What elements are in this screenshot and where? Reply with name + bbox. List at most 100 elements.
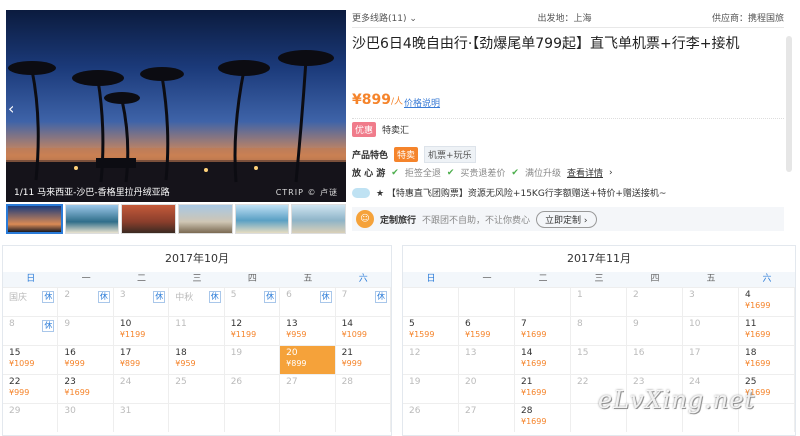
calendar-day[interactable]: 18 ¥959 bbox=[169, 345, 225, 374]
chevron-left-icon[interactable]: ‹ bbox=[8, 100, 20, 118]
calendar-day: 3 bbox=[683, 287, 739, 316]
day-number: 5 bbox=[409, 319, 415, 329]
day-number: 25 bbox=[175, 377, 187, 387]
custom-now-button[interactable]: 立即定制 › bbox=[536, 210, 597, 228]
chevron-right-icon: › bbox=[583, 215, 588, 226]
calendar-day[interactable]: 6 ¥1599 bbox=[459, 316, 515, 345]
day-price: ¥1699 bbox=[64, 388, 90, 397]
calendar-day[interactable]: 10 ¥1199 bbox=[113, 316, 170, 345]
worry-free-row: 放 心 游 ✔ 拒签全退 ✔ 买贵退差价 ✔ 满位升级 查看详情 › bbox=[352, 166, 613, 180]
day-price: ¥1699 bbox=[521, 330, 547, 339]
calendar-day[interactable]: 14 ¥1099 bbox=[335, 316, 391, 345]
thumbnail[interactable] bbox=[234, 204, 290, 234]
price: ¥899/人 bbox=[352, 92, 404, 108]
thumbnail[interactable] bbox=[64, 204, 120, 234]
holiday-badge: 休 bbox=[42, 320, 55, 332]
thumbnail[interactable] bbox=[6, 204, 63, 234]
day-number: 13 bbox=[286, 319, 298, 329]
more-routes-dropdown[interactable]: 更多线路(11) ⌄ bbox=[352, 10, 417, 27]
calendar-day[interactable]: 17 ¥899 bbox=[113, 345, 170, 374]
supplier: 供应商：携程国旅 bbox=[711, 14, 784, 24]
day-price: ¥999 bbox=[64, 359, 85, 368]
calendar-day[interactable]: 11 ¥1699 bbox=[739, 316, 795, 345]
calendar-day: 国庆 休 bbox=[3, 287, 59, 316]
main-photo[interactable]: ‹ 1/11 马来西亚-沙巴-香格里拉丹绒亚路 CTRIP © 卢谜 bbox=[6, 10, 346, 202]
calendar-day bbox=[515, 287, 571, 316]
day-number: 19 bbox=[409, 377, 421, 387]
calendar-day[interactable]: 5 ¥1599 bbox=[403, 316, 459, 345]
day-number: 12 bbox=[230, 319, 243, 329]
day-number: 18 bbox=[175, 348, 187, 358]
calendar-day[interactable]: 12 ¥1199 bbox=[224, 316, 281, 345]
calendar-day[interactable]: 14 ¥1699 bbox=[515, 345, 571, 374]
calendar-day: 27 bbox=[280, 374, 336, 403]
calendar-day bbox=[459, 287, 515, 316]
calendar-october: 2017年10月 日一二三四五六 国庆休 2 休 3 休中秋休 5 休 6 休 7 休 8 休 9 10 ¥1… bbox=[2, 245, 392, 436]
calendar-day: 29 bbox=[3, 403, 59, 432]
calendar-day bbox=[224, 403, 281, 432]
day-number: 4 bbox=[745, 290, 751, 300]
day-number: 21 bbox=[341, 348, 354, 358]
calendar-day[interactable]: 13 ¥959 bbox=[280, 316, 336, 345]
view-details-link[interactable]: 查看详情 bbox=[567, 166, 603, 179]
day-number: 13 bbox=[465, 348, 477, 358]
calendar-day: 12 bbox=[403, 345, 459, 374]
day-price: ¥1599 bbox=[465, 330, 491, 339]
calendar-day: 5休 bbox=[224, 287, 281, 316]
calendar-day: 9 bbox=[58, 316, 114, 345]
day-number: 23 bbox=[64, 377, 76, 387]
calendar-day[interactable]: 21 ¥1699 bbox=[515, 374, 571, 403]
day-number: 27 bbox=[465, 406, 477, 416]
calendar-day[interactable]: 4 ¥1699 bbox=[739, 287, 795, 316]
day-number: 16 bbox=[64, 348, 76, 358]
scrollbar[interactable] bbox=[786, 36, 792, 172]
day-number: 3 bbox=[119, 290, 126, 300]
thumbnail[interactable] bbox=[291, 204, 347, 234]
calendar-day[interactable]: 16 ¥999 bbox=[58, 345, 114, 374]
calendar-day[interactable]: 7 ¥1699 bbox=[515, 316, 571, 345]
custom-text: 不跟团不自助，不让你费心 bbox=[422, 215, 531, 226]
day-number: 9 bbox=[633, 319, 639, 329]
calendar-day: 26 bbox=[403, 403, 459, 432]
day-number: 19 bbox=[230, 348, 243, 358]
calendar-day: 7休 bbox=[335, 287, 391, 316]
calendar-day[interactable]: 28 ¥1699 bbox=[515, 403, 571, 432]
month-title: 2017年11月 bbox=[567, 252, 631, 265]
departure-city: 出发地：上海 bbox=[537, 14, 592, 24]
day-number: 27 bbox=[286, 377, 298, 387]
price-description-link[interactable]: 价格说明 bbox=[404, 96, 440, 109]
day-number: 11 bbox=[175, 319, 187, 329]
day-number: 24 bbox=[119, 377, 132, 387]
calendar-day[interactable]: 22 ¥999 bbox=[3, 374, 59, 403]
calendar-day: 26 bbox=[224, 374, 281, 403]
calendar-day: 8休 bbox=[3, 316, 59, 345]
info-topbar: 更多线路(11) ⌄ 出发地：上海 供应商：携程国旅 bbox=[352, 10, 784, 28]
calendar-day bbox=[335, 403, 391, 432]
day-price: ¥1699 bbox=[521, 417, 547, 426]
day-number: 17 bbox=[689, 348, 701, 358]
calendar-day bbox=[403, 287, 459, 316]
custom-travel-box: ☺ 定制旅行 不跟团不自助，不让你费心 立即定制 › bbox=[352, 207, 784, 231]
chevron-right-icon: › bbox=[608, 167, 613, 178]
day-number: 6 bbox=[465, 319, 471, 329]
thumbnail[interactable] bbox=[121, 204, 177, 234]
calendar-day[interactable]: 15 ¥1099 bbox=[3, 345, 59, 374]
calendar-day: 3休 bbox=[113, 287, 170, 316]
promo-badge: 优惠 bbox=[352, 122, 377, 137]
day-number: 20 bbox=[465, 377, 477, 387]
day-number: 8 bbox=[577, 319, 583, 329]
promo-row: 优惠 特卖汇 bbox=[352, 122, 409, 137]
calendar-day[interactable]: 18 ¥1699 bbox=[739, 345, 795, 374]
calendar-day: 11 bbox=[169, 316, 225, 345]
calendar-day: 2休 bbox=[58, 287, 114, 316]
calendar-day: 16 bbox=[627, 345, 683, 374]
calendar-day[interactable]: 21 ¥999 bbox=[335, 345, 391, 374]
check-circle-icon: ✔ bbox=[391, 167, 399, 178]
calendar-day: 8 bbox=[571, 316, 627, 345]
calendar-day[interactable]: 23 ¥1699 bbox=[58, 374, 114, 403]
thumbnail[interactable] bbox=[178, 204, 233, 234]
day-number: 28 bbox=[521, 406, 533, 416]
day-price: ¥959 bbox=[175, 359, 196, 368]
calendar-day: 2 bbox=[627, 287, 683, 316]
calendar-day-selected[interactable]: 20 ¥899 bbox=[280, 345, 336, 374]
